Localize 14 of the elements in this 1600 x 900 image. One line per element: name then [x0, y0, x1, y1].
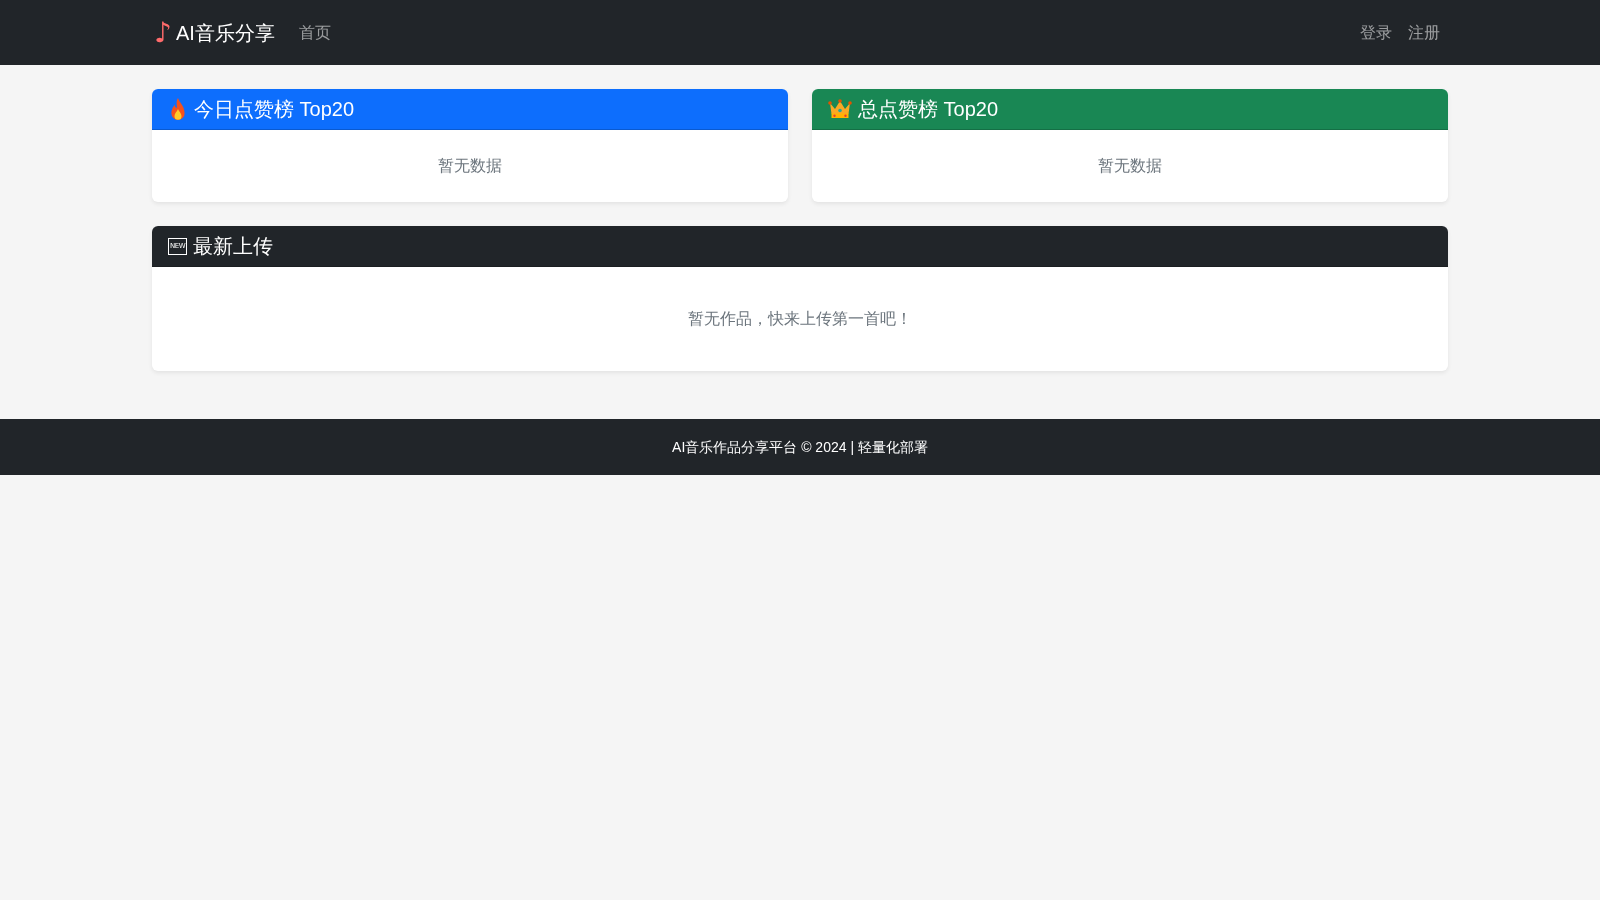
flame-icon [168, 98, 188, 120]
card-title: 总点赞榜 Top20 [858, 97, 999, 121]
crown-icon [828, 99, 852, 119]
card-title: 今日点赞榜 Top20 [194, 97, 355, 121]
nav-link[interactable]: 注册 [1400, 12, 1448, 53]
brand-link[interactable]: AI音乐分享 [175, 17, 275, 48]
card-title: 最新上传 [193, 234, 274, 258]
empty-message: 暂无数据 [437, 156, 503, 176]
empty-message: 暂无作品，快来上传第一首吧！ [687, 309, 913, 329]
empty-message: 暂无数据 [1097, 156, 1163, 176]
nav-link[interactable]: 首页 [290, 12, 339, 53]
music-note-icon: ♪ [154, 18, 172, 47]
nav-link[interactable]: 登录 [1352, 12, 1400, 53]
footer-text: AI音乐作品分享平台 © 2024 | 轻量化部署 [671, 438, 929, 457]
